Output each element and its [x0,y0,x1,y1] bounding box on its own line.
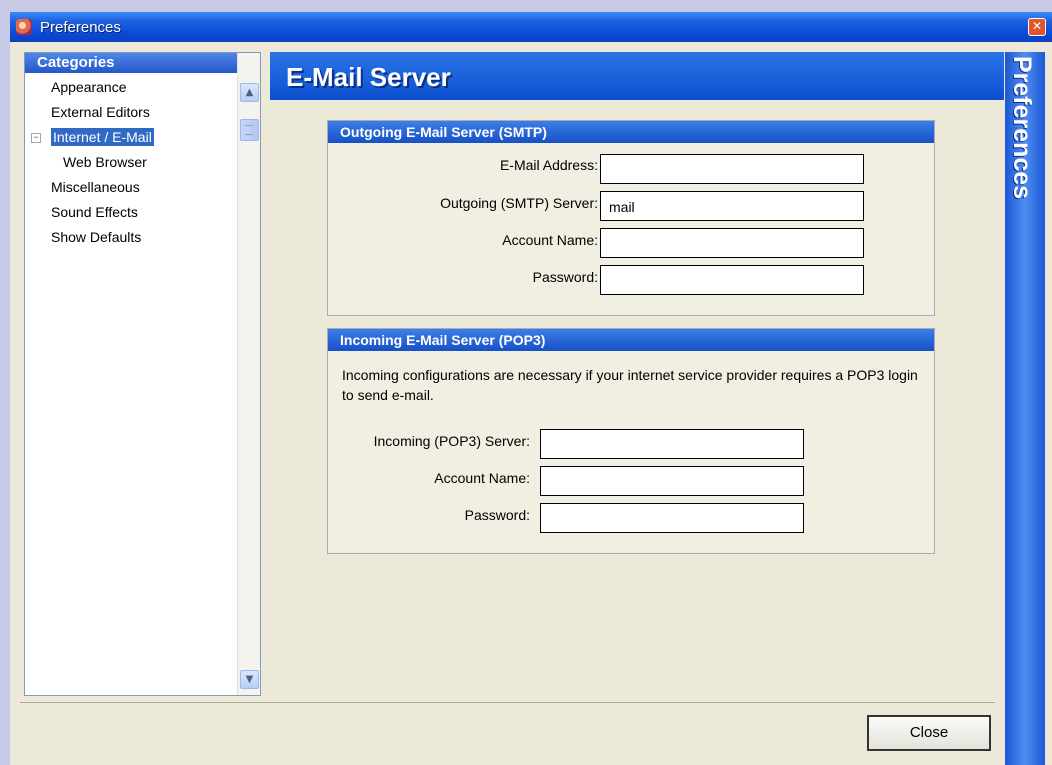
preferences-window: Preferences ✕ Categories Appearance Exte… [10,12,1052,765]
pop3-account-name-field[interactable] [540,466,804,496]
app-icon [16,19,32,35]
category-label: Miscellaneous [51,179,140,195]
side-banner-label: Preferences [1008,56,1036,200]
outgoing-server-group: Outgoing E-Mail Server (SMTP) E-Mail Add… [327,120,935,316]
pop3-server-field[interactable] [540,429,804,459]
incoming-description: Incoming configurations are necessary if… [342,367,918,403]
category-label: Show Defaults [51,229,142,245]
smtp-server-field[interactable]: mail [600,191,864,221]
category-label: Internet / E-Mail [51,128,154,146]
category-item-external-editors[interactable]: External Editors [25,100,235,125]
categories-list: Appearance External Editors − Internet /… [25,75,235,250]
title-bar[interactable]: Preferences ✕ [10,12,1052,42]
preferences-side-banner: Preferences [1005,52,1045,765]
scroll-down-icon[interactable]: ▼ [240,670,259,689]
collapse-icon[interactable]: − [31,133,41,143]
pop3-password-field[interactable] [540,503,804,533]
category-item-show-defaults[interactable]: Show Defaults [25,225,235,250]
incoming-server-group: Incoming E-Mail Server (POP3) Incoming c… [327,328,935,554]
scroll-up-icon[interactable]: ▲ [240,83,259,102]
outgoing-group-header: Outgoing E-Mail Server (SMTP) [328,121,934,143]
category-label: Appearance [51,79,127,95]
smtp-account-name-label: Account Name: [502,232,598,248]
category-item-sound-effects[interactable]: Sound Effects [25,200,235,225]
pop3-password-label: Password: [464,507,530,523]
category-label: Sound Effects [51,204,138,220]
smtp-server-label: Outgoing (SMTP) Server: [440,195,598,211]
scroll-thumb[interactable] [240,119,259,141]
email-address-label: E-Mail Address: [499,157,598,173]
category-item-appearance[interactable]: Appearance [25,75,235,100]
pop3-server-label: Incoming (POP3) Server: [373,433,530,449]
desktop-edge [0,12,10,765]
incoming-group-header: Incoming E-Mail Server (POP3) [328,329,934,351]
categories-scrollbar[interactable]: ▲ ▼ [237,53,260,695]
categories-panel: Categories Appearance External Editors −… [24,52,261,696]
smtp-account-name-field[interactable] [600,228,864,258]
category-label: External Editors [51,104,150,120]
category-label: Web Browser [63,154,147,170]
close-button[interactable]: Close [867,715,991,751]
section-header: E-Mail Server [270,52,1004,100]
smtp-password-label: Password: [532,269,598,285]
categories-header: Categories [25,53,244,73]
smtp-password-field[interactable] [600,265,864,295]
close-icon[interactable]: ✕ [1028,18,1046,36]
category-item-internet-email[interactable]: − Internet / E-Mail [25,125,235,150]
footer-divider [20,702,995,703]
pop3-account-name-label: Account Name: [434,470,530,486]
category-item-miscellaneous[interactable]: Miscellaneous [25,175,235,200]
email-address-field[interactable] [600,154,864,184]
category-item-web-browser[interactable]: Web Browser [25,150,235,175]
page-title: E-Mail Server [286,62,451,92]
window-title: Preferences [40,18,121,36]
